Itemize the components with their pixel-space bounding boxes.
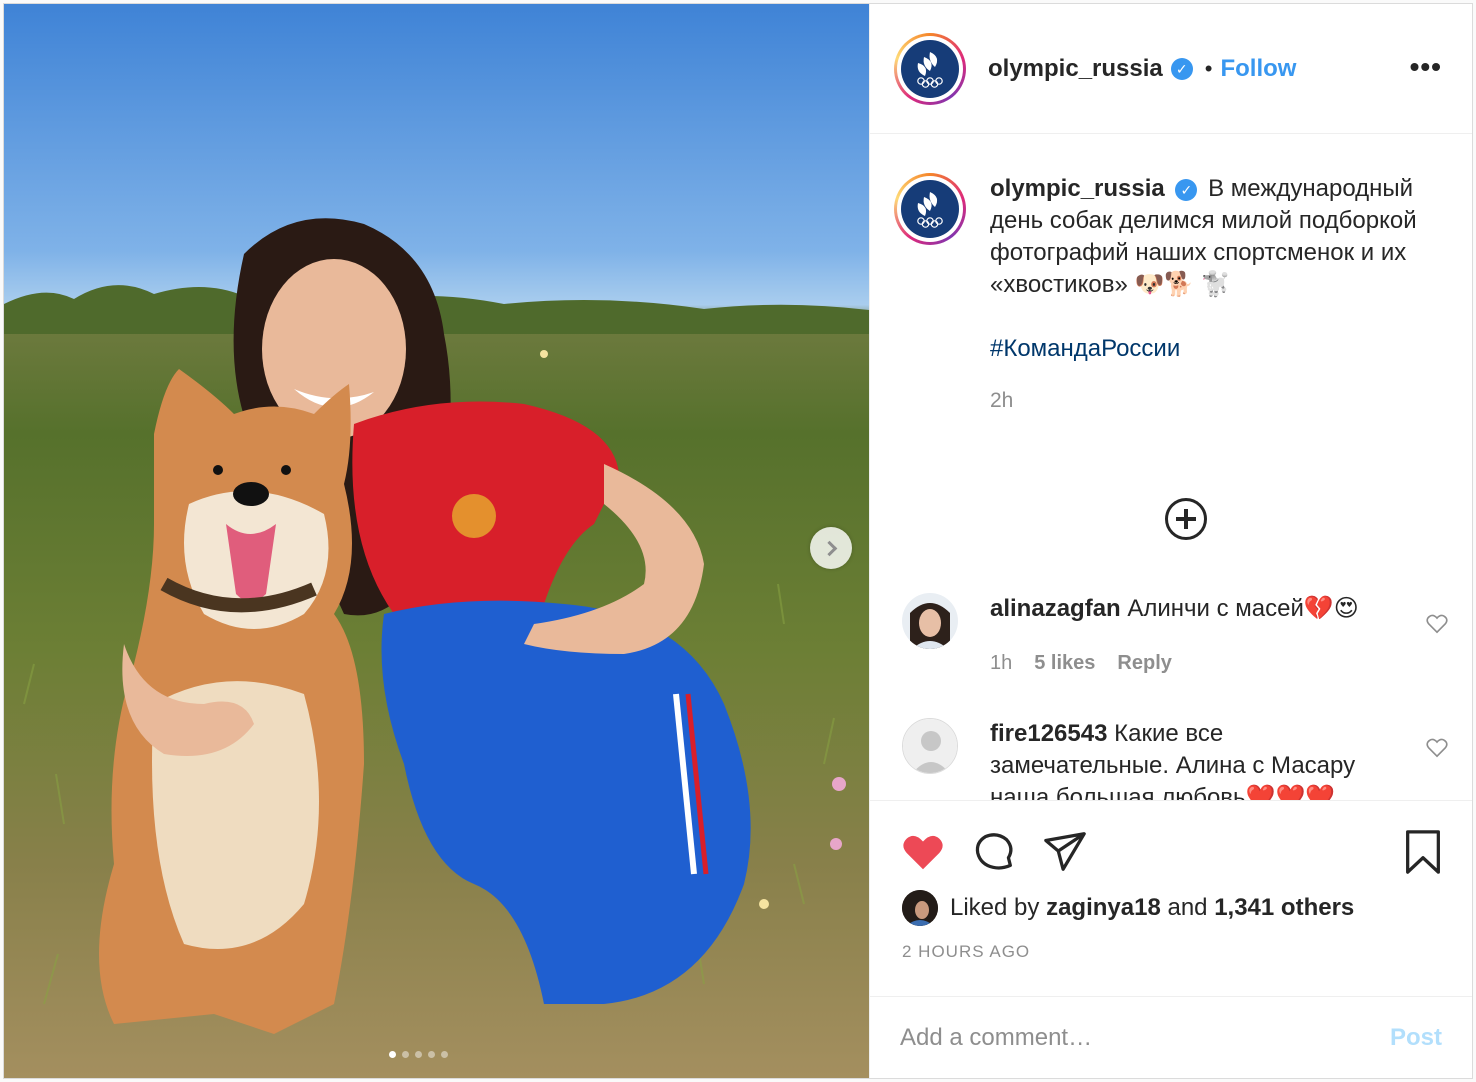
caption-time[interactable]: 2h	[990, 385, 1450, 417]
add-comment-bar: Post	[870, 996, 1472, 1078]
comment-body: fire126543 Какие все замечательные. Алин…	[990, 718, 1400, 800]
liker-avatar[interactable]	[902, 890, 938, 926]
share-icon[interactable]	[1042, 829, 1088, 875]
post-photo[interactable]	[4, 4, 869, 1078]
comment-item: fire126543 Какие все замечательные. Алин…	[902, 718, 1462, 800]
comment-item: alinazagfan Алинчи с масей💔😍 1h 5 likes …	[902, 593, 1462, 679]
caption-avatar[interactable]	[894, 173, 966, 245]
post-timestamp[interactable]: 2 HOURS AGO	[902, 942, 1030, 962]
likes-summary: Liked by zaginya18 and 1,341 others	[902, 890, 1354, 926]
verified-badge-icon: ✓	[1170, 57, 1193, 80]
caption-text-block: olympic_russia ✓ В международный день со…	[990, 173, 1450, 417]
liked-by-others[interactable]: 1,341 others	[1214, 894, 1354, 922]
liked-by-prefix: Liked by	[950, 894, 1040, 921]
comments-section[interactable]: olympic_russia ✓ В международный день со…	[870, 135, 1472, 800]
carousel-next-icon[interactable]	[810, 527, 852, 569]
account-avatar[interactable]	[894, 32, 966, 105]
reply-button[interactable]: Reply	[1117, 647, 1171, 679]
post-header: olympic_russia ✓ • Follow •••	[870, 4, 1472, 134]
caption-username[interactable]: olympic_russia	[990, 175, 1165, 202]
header-bullet: •	[1204, 55, 1213, 81]
post-caption: olympic_russia ✓ В международный день со…	[894, 173, 1454, 417]
olympic-logo-icon	[901, 39, 959, 98]
verified-badge-icon: ✓	[1175, 178, 1198, 201]
carousel-dots	[389, 1051, 448, 1058]
comment-icon[interactable]	[972, 829, 1018, 875]
action-bar	[870, 800, 1472, 890]
liked-by-and: and	[1167, 894, 1208, 921]
photo-illustration	[4, 218, 869, 1034]
comment-likes[interactable]: 5 likes	[1034, 647, 1095, 679]
post-sidebar: olympic_russia ✓ • Follow ••• olympic_ru…	[869, 4, 1472, 1078]
comment-username[interactable]: fire126543	[990, 720, 1107, 747]
default-avatar-icon[interactable]	[902, 718, 958, 774]
comment-text: Алинчи с масей💔😍	[1127, 595, 1359, 622]
liked-by-user[interactable]: zaginya18	[1046, 894, 1161, 922]
follow-button[interactable]: Follow	[1220, 55, 1296, 83]
olympic-logo-icon	[901, 180, 959, 238]
header-username[interactable]: olympic_russia	[988, 55, 1163, 83]
post-comment-button[interactable]: Post	[1390, 1024, 1442, 1052]
bookmark-icon[interactable]	[1400, 829, 1446, 875]
comment-like-heart-icon[interactable]	[1426, 614, 1448, 634]
instagram-post: olympic_russia ✓ • Follow ••• olympic_ru…	[3, 3, 1473, 1079]
comment-time[interactable]: 1h	[990, 647, 1012, 679]
add-circle-icon[interactable]	[1165, 498, 1207, 540]
comment-username[interactable]: alinazagfan	[990, 595, 1121, 622]
comment-meta: 1h 5 likes Reply	[990, 647, 1400, 679]
comment-input[interactable]	[900, 1023, 1390, 1052]
comment-body: alinazagfan Алинчи с масей💔😍 1h 5 likes …	[990, 593, 1400, 679]
commenter-avatar[interactable]	[902, 593, 958, 649]
comment-like-heart-icon[interactable]	[1426, 738, 1448, 758]
caption-hashtag[interactable]: #КомандаРоссии	[990, 333, 1450, 365]
heart-icon[interactable]	[900, 829, 946, 875]
more-options-icon[interactable]: •••	[1410, 53, 1442, 81]
